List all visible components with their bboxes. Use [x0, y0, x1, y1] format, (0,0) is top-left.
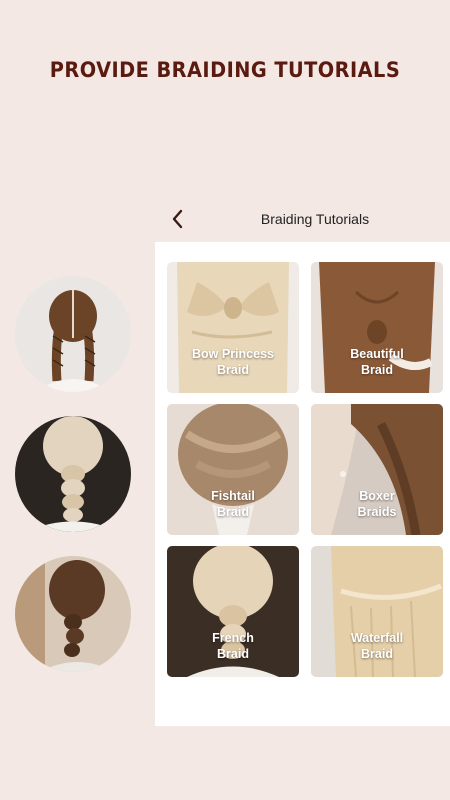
- card-label: Bow Princess Braid: [192, 347, 274, 377]
- tutorial-card-french[interactable]: French Braid: [167, 546, 299, 677]
- page-headline: PROVIDE BRAIDING TUTORIALS: [49, 58, 401, 82]
- card-label: Boxer Braids: [357, 489, 397, 519]
- tutorial-card-bow-princess[interactable]: Bow Princess Braid: [167, 262, 299, 393]
- app-header: Braiding Tutorials: [155, 196, 450, 242]
- tutorial-card-beautiful[interactable]: Beautiful Braid: [311, 262, 443, 393]
- chevron-left-icon: [172, 209, 183, 229]
- card-label: Fishtail Braid: [211, 489, 255, 519]
- tutorial-card-boxer[interactable]: Boxer Braids: [311, 404, 443, 535]
- card-label: French Braid: [212, 631, 254, 661]
- messy-braid-photo: [15, 556, 131, 672]
- tutorial-card-waterfall[interactable]: Waterfall Braid: [311, 546, 443, 677]
- card-label: Waterfall Braid: [350, 631, 404, 661]
- rope-braid-photo: [15, 416, 131, 532]
- tutorial-card-fishtail[interactable]: Fishtail Braid: [167, 404, 299, 535]
- tutorials-panel: Bow Princess Braid Beautiful Braid Fisht…: [155, 242, 450, 726]
- double-braids-photo: [15, 276, 131, 392]
- back-button[interactable]: [167, 208, 189, 230]
- card-label: Beautiful Braid: [350, 347, 404, 377]
- header-title: Braiding Tutorials: [260, 211, 370, 227]
